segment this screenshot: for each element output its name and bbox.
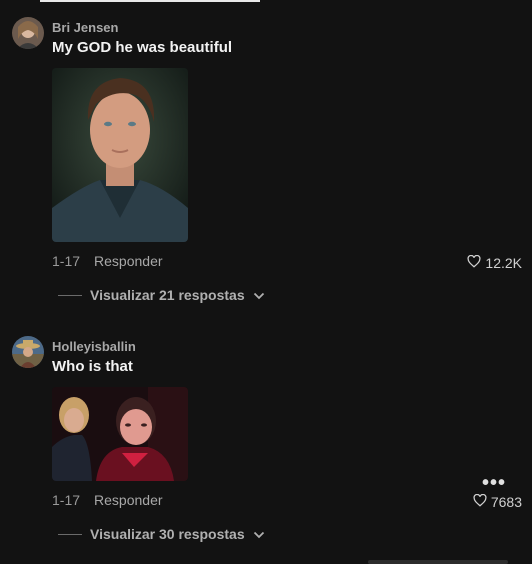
- reply-button[interactable]: Responder: [94, 253, 163, 269]
- view-replies-label: Visualizar 30 respostas: [90, 526, 245, 542]
- comment-text: My GOD he was beautiful: [52, 39, 233, 56]
- comment-text: Who is that: [52, 358, 133, 375]
- scroll-indicator: [368, 560, 508, 564]
- avatar[interactable]: [12, 336, 44, 368]
- comment-meta: 1-17 Responder: [52, 253, 163, 269]
- comment-image[interactable]: [52, 68, 188, 242]
- reply-button[interactable]: Responder: [94, 492, 163, 508]
- reply-divider-line: [58, 294, 82, 296]
- like-count: 7683: [490, 494, 522, 510]
- avatar[interactable]: [12, 17, 44, 49]
- reply-divider-line: [58, 533, 82, 535]
- comment-image[interactable]: [52, 387, 188, 481]
- comment-date: 1-17: [52, 492, 81, 508]
- like-button[interactable]: 7683: [473, 493, 522, 510]
- progress-bar: [40, 0, 260, 2]
- heart-outline-icon: [473, 493, 487, 510]
- like-button[interactable]: 12.2K: [467, 254, 522, 271]
- comment-username[interactable]: Holleyisballin: [52, 339, 136, 354]
- comment-date: 1-17: [52, 253, 81, 269]
- view-replies-label: Visualizar 21 respostas: [90, 287, 245, 303]
- view-replies-button[interactable]: Visualizar 30 respostas: [58, 526, 265, 542]
- chevron-down-icon: [253, 287, 265, 303]
- heart-outline-icon: [467, 254, 481, 271]
- like-count: 12.2K: [485, 255, 522, 271]
- view-replies-button[interactable]: Visualizar 21 respostas: [58, 287, 265, 303]
- more-options-icon[interactable]: •••: [482, 472, 506, 495]
- comment-meta: 1-17 Responder: [52, 492, 163, 508]
- comment-username[interactable]: Bri Jensen: [52, 20, 118, 35]
- chevron-down-icon: [253, 526, 265, 542]
